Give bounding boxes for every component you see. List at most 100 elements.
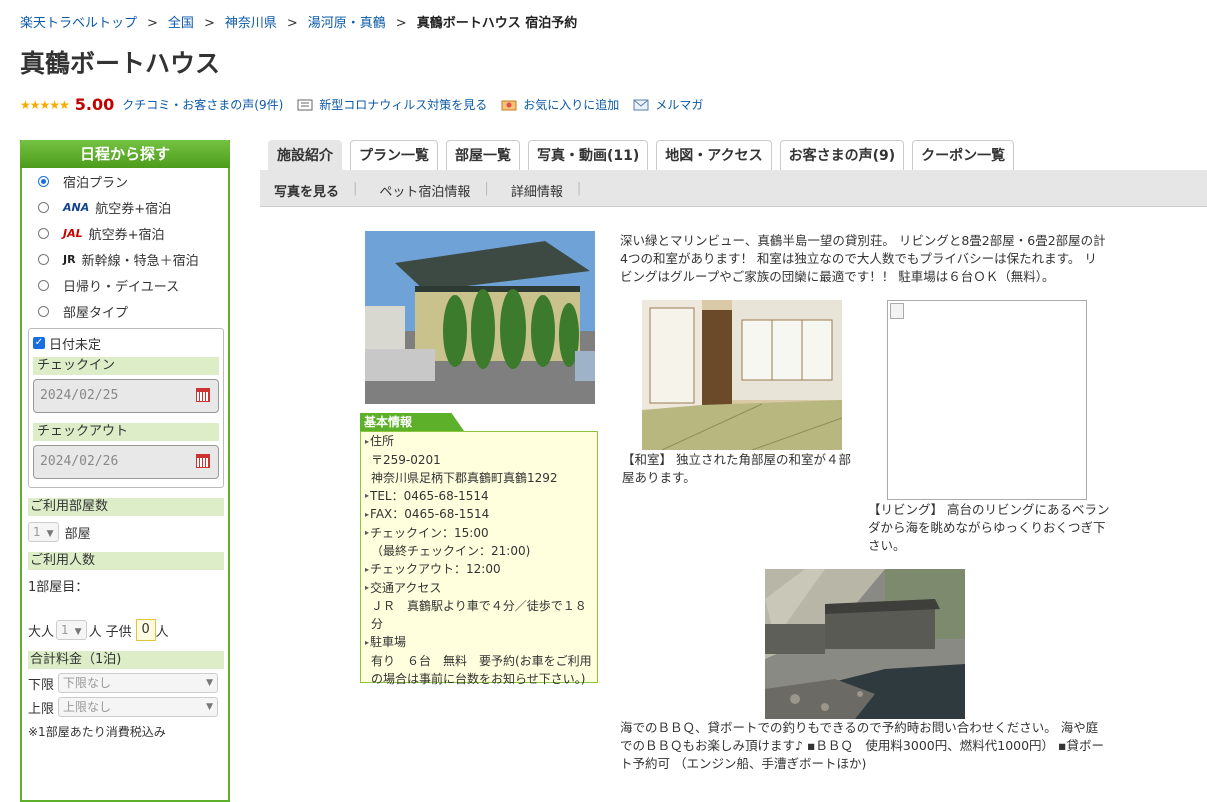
max-label: 上限 <box>28 701 55 717</box>
total-price-label: 合計料金（1泊) <box>28 651 224 669</box>
child-unit: 人 <box>155 624 169 640</box>
checkmark-icon[interactable]: ✓ <box>33 337 45 349</box>
rating-score: 5.00 <box>74 95 115 114</box>
breadcrumb-nationwide[interactable]: 全国 <box>168 16 194 31</box>
tab-map[interactable]: 地図・アクセス <box>656 140 772 170</box>
rooms-value: 1 <box>33 525 41 539</box>
sea-caption: 海でのＢＢＱ、貸ボートでの釣りもできるので予約時お問い合わせください。 海や庭で… <box>620 720 1104 771</box>
radio-selected[interactable] <box>38 175 49 187</box>
jr-logo-icon: JR <box>63 252 76 266</box>
hotel-meta: ★★★★★ 5.00 クチコミ・お客さまの声(9件) 新型コロナウィルス対策を見… <box>20 95 703 114</box>
tab-rooms[interactable]: 部屋一覧 <box>446 140 520 170</box>
chevron-down-icon: ▼ <box>46 529 54 539</box>
min-value: 下限なし <box>63 676 112 690</box>
rooms-select[interactable]: 1 ▼ <box>28 522 59 542</box>
checkout-time: チェックアウト：12:00 <box>365 560 593 579</box>
adult-value: 1 <box>61 623 69 637</box>
facility-intro: 深い緑とマリンビュー、真鶴半島一望の貸別荘。 リビングと8畳2部屋・6畳2部屋の… <box>620 233 1106 284</box>
checkin-value: 2024/02/25 <box>40 388 119 403</box>
option-label: 部屋タイプ <box>63 305 129 321</box>
option-label: 日帰り・デイユース <box>63 279 180 295</box>
subnav-details[interactable]: 詳細情報 <box>511 181 563 200</box>
option-room-type[interactable]: 部屋タイプ <box>22 298 228 324</box>
child-input[interactable]: 0 <box>135 619 156 641</box>
breadcrumb-top[interactable]: 楽天トラベルトップ <box>20 16 137 31</box>
people-label: ご利用人数 <box>28 552 224 570</box>
breadcrumb-separator: > <box>395 16 407 31</box>
last-checkin-time: （最終チェックイン：21:00) <box>371 544 531 558</box>
access-text: ＪＲ 真鶴駅より車で４分／徒歩で１８分 <box>371 599 587 631</box>
breadcrumb-kanagawa[interactable]: 神奈川県 <box>225 16 277 31</box>
divider: | <box>353 181 358 196</box>
subnav-photos[interactable]: 写真を見る <box>274 181 339 200</box>
fax: FAX：0465-68-1514 <box>365 505 593 524</box>
radio[interactable] <box>38 279 49 291</box>
checkout-label: チェックアウト <box>33 423 219 441</box>
exterior-photo[interactable] <box>365 231 595 404</box>
option-stay-plan[interactable]: 宿泊プラン <box>22 168 228 194</box>
undecided-label: 日付未定 <box>49 337 102 353</box>
radio[interactable] <box>38 305 49 317</box>
favorite-link[interactable]: お気に入りに追加 <box>523 96 619 113</box>
breadcrumb-separator: > <box>147 16 158 31</box>
checkout-input[interactable]: 2024/02/26 <box>33 445 219 479</box>
search-fields: ご利用部屋数 1 ▼ 部屋 ご利用人数 1部屋目： 大人 1 ▼ 人 子供 0 人 … <box>28 498 224 740</box>
rooms-row: 1 ▼ 部屋 <box>28 522 224 542</box>
option-jal[interactable]: JAL 航空券+宿泊 <box>22 220 228 246</box>
access-label: 交通アクセス <box>365 579 593 598</box>
ana-logo-icon: ANA <box>63 200 90 214</box>
adult-unit: 人 <box>88 624 102 640</box>
washitsu-photo[interactable] <box>642 300 842 450</box>
chevron-down-icon: ▼ <box>206 702 214 712</box>
parking-text: 有り ６台 無料 要予約(お車をご利用の場合は事前に台数をお知らせ下さい。) <box>371 653 592 686</box>
date-undecided-checkbox[interactable]: ✓ 日付未定 <box>33 333 219 353</box>
radio[interactable] <box>38 227 49 239</box>
rooms-label: ご利用部屋数 <box>28 498 224 516</box>
calendar-icon[interactable] <box>196 454 210 468</box>
tab-coupons[interactable]: クーポン一覧 <box>912 140 1015 170</box>
mailmag-link[interactable]: メルマガ <box>655 96 703 113</box>
option-jr[interactable]: JR 新幹線・特急＋宿泊 <box>22 246 228 272</box>
address: 神奈川県足柄下郡真鶴町真鶴1292 <box>371 470 558 485</box>
living-photo-broken-image-icon[interactable] <box>887 300 1087 500</box>
radio[interactable] <box>38 201 49 213</box>
reviews-link[interactable]: クチコミ・お客さまの声(9件) <box>122 96 283 113</box>
option-label: 航空券+宿泊 <box>88 227 165 243</box>
checkout-value: 2024/02/26 <box>40 454 119 469</box>
tax-note: ※1部屋あたり消費税込み <box>28 725 166 739</box>
tab-reviews[interactable]: お客さまの声(9) <box>779 140 905 170</box>
parking-label: 駐車場 <box>365 633 593 652</box>
calendar-icon[interactable] <box>196 388 210 402</box>
jal-logo-icon: JAL <box>63 226 83 240</box>
tab-plans[interactable]: プラン一覧 <box>350 140 438 170</box>
chevron-down-icon: ▼ <box>74 627 82 637</box>
rooms-unit: 部屋 <box>64 526 91 542</box>
min-price-row: 下限 下限なし ▼ <box>28 673 224 693</box>
subnav-pet[interactable]: ペット宿泊情報 <box>379 181 470 200</box>
radio[interactable] <box>38 253 49 265</box>
sub-nav: 写真を見る | ペット宿泊情報 | 詳細情報 | <box>274 181 603 200</box>
breadcrumb-current: 真鶴ボートハウス 宿泊予約 <box>416 16 578 31</box>
option-ana[interactable]: ANA 航空券+宿泊 <box>22 194 228 220</box>
max-price-select[interactable]: 上限なし ▼ <box>58 697 219 717</box>
facility-tabs: 施設紹介 プラン一覧 部屋一覧 写真・動画(11) 地図・アクセス お客さまの声… <box>268 140 1015 170</box>
adult-select[interactable]: 1 ▼ <box>56 620 87 640</box>
date-search-title: 日程から探す <box>20 140 230 168</box>
checkin-input[interactable]: 2024/02/25 <box>33 379 219 413</box>
breadcrumb-yugawara[interactable]: 湯河原・真鶴 <box>308 16 386 31</box>
tab-facility[interactable]: 施設紹介 <box>268 140 342 170</box>
option-label: 宿泊プラン <box>63 175 129 191</box>
option-label: 航空券+宿泊 <box>95 201 172 217</box>
tab-photos[interactable]: 写真・動画(11) <box>528 140 649 170</box>
checkin-time: チェックイン：15:00 <box>365 524 593 543</box>
min-price-select[interactable]: 下限なし ▼ <box>58 673 219 693</box>
breadcrumb-separator: > <box>286 16 298 31</box>
sea-photo[interactable] <box>765 569 965 719</box>
option-dayuse[interactable]: 日帰り・デイユース <box>22 272 228 298</box>
covid-link[interactable]: 新型コロナウィルス対策を見る <box>319 96 487 113</box>
address-label: 住所 <box>365 432 593 451</box>
adult-label: 大人 <box>28 624 55 640</box>
zip-code: 〒259-0201 <box>371 452 441 467</box>
washitsu-caption: 【和室】 独立された角部屋の和室が４部屋あります。 <box>622 452 851 485</box>
room1-label: 1部屋目： <box>28 580 89 595</box>
